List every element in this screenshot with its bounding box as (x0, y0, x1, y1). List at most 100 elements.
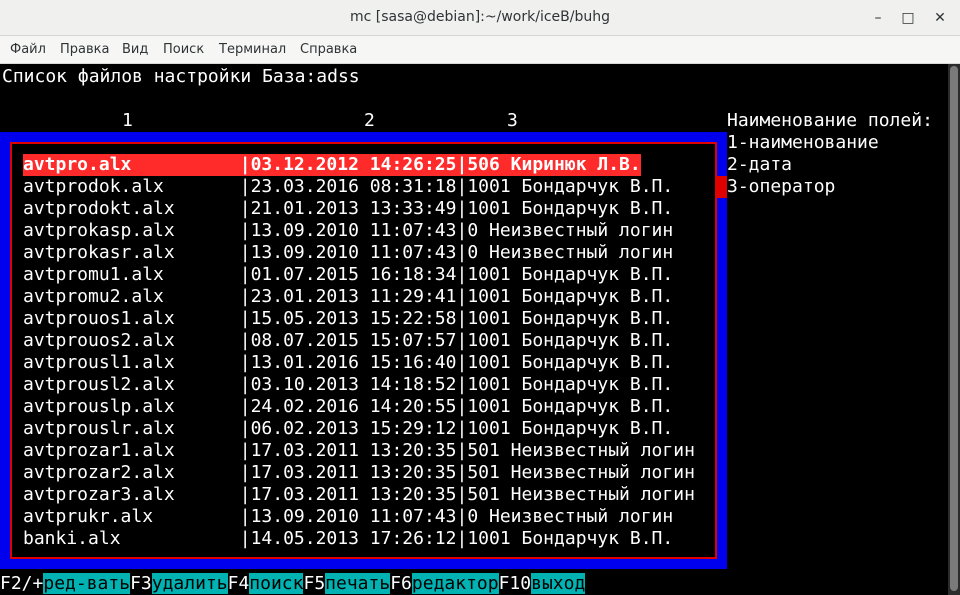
file-date: 17.03.2011 13:20:35| (250, 484, 468, 505)
menu-bar: Файл Правка Вид Поиск Терминал Справка (0, 36, 960, 64)
file-operator: 1001 Бондарчук В.П. (467, 352, 674, 373)
file-name: avtprozar2.alx | (23, 462, 251, 483)
fkey-label[interactable]: удалить (151, 573, 228, 594)
file-operator: 1001 Бондарчук В.П. (467, 374, 674, 395)
file-date: 01.07.2015 16:18:34| (250, 264, 468, 285)
file-date: 08.07.2015 15:07:57| (250, 330, 468, 351)
menu-edit[interactable]: Правка (60, 42, 109, 57)
file-date: 15.05.2013 15:22:58| (250, 308, 468, 329)
file-operator: 1001 Бондарчук В.П. (467, 528, 674, 549)
file-row[interactable]: avtprodok.alx |23.03.2016 08:31:18|1001 … (23, 176, 673, 198)
screen-header: Список файлов настройки База:adss (2, 66, 360, 87)
file-date: 17.03.2011 13:20:35| (250, 462, 468, 483)
file-row[interactable]: banki.alx |14.05.2013 17:26:12|1001 Бонд… (23, 528, 673, 550)
file-date: 03.10.2013 14:18:52| (250, 374, 468, 395)
file-row[interactable]: avtpromu1.alx |01.07.2015 16:18:34|1001 … (23, 264, 673, 286)
file-operator: 1001 Бондарчук В.П. (467, 198, 674, 219)
fkey-f3[interactable]: F3 (130, 573, 152, 594)
file-operator: 501 Неизвестный логин (467, 440, 695, 461)
menu-help[interactable]: Справка (300, 42, 357, 57)
file-date: 17.03.2011 13:20:35| (250, 440, 468, 461)
scrollbar-thumb[interactable] (950, 66, 958, 591)
file-row[interactable]: avtpromu2.alx |23.01.2013 11:29:41|1001 … (23, 286, 673, 308)
file-name: avtprouslr.alx | (23, 418, 251, 439)
column-number-1: 1 (122, 110, 133, 131)
file-operator: 0 Неизвестный логин (467, 242, 674, 263)
minimize-icon[interactable]: – (868, 8, 888, 28)
legend-item: 3-оператор (727, 176, 836, 197)
file-operator: 1001 Бондарчук В.П. (467, 330, 674, 351)
legend-item: 2-дата (727, 154, 793, 175)
file-name: avtprodok.alx | (23, 176, 251, 197)
file-operator: 1001 Бондарчук В.П. (467, 418, 674, 439)
file-date: 13.09.2010 11:07:43| (250, 242, 468, 263)
file-name: avtprokasr.alx | (23, 242, 251, 263)
file-date: 24.02.2016 14:20:55| (250, 396, 468, 417)
fkey-f4[interactable]: F4 (228, 573, 250, 594)
file-row[interactable]: avtprouslp.alx |24.02.2016 14:20:55|1001… (23, 396, 673, 418)
fkey-f5[interactable]: F5 (303, 573, 325, 594)
file-operator: 0 Неизвестный логин (467, 506, 674, 527)
file-date: 13.09.2010 11:07:43| (250, 506, 468, 527)
fkey-label[interactable]: ред-вать (43, 573, 131, 594)
fkey-label[interactable]: поиск (249, 573, 304, 594)
file-name: avtpromu2.alx | (23, 286, 251, 307)
file-name: avtprouos1.alx | (23, 308, 251, 329)
menu-view[interactable]: Вид (122, 42, 148, 57)
function-key-bar: F2/+ред-ватьF3удалитьF4поискF5печатьF6ре… (0, 573, 586, 595)
file-operator: 501 Неизвестный логин (467, 462, 695, 483)
file-row[interactable]: avtprozar2.alx |17.03.2011 13:20:35|501 … (23, 462, 695, 484)
file-name: avtpromu1.alx | (23, 264, 251, 285)
file-name: avtprozar1.alx | (23, 440, 251, 461)
file-row[interactable]: avtprozar1.alx |17.03.2011 13:20:35|501 … (23, 440, 695, 462)
file-name: avtprousl1.alx | (23, 352, 251, 373)
file-row[interactable]: avtprukr.alx |13.09.2010 11:07:43|0 Неиз… (23, 506, 673, 528)
file-operator: 1001 Бондарчук В.П. (467, 286, 674, 307)
file-operator: 1001 Бондарчук В.П. (467, 308, 674, 329)
file-operator: 0 Неизвестный логин (467, 220, 674, 241)
file-row[interactable]: avtprousl1.alx |13.01.2016 15:16:40|1001… (23, 352, 673, 374)
file-date: 13.09.2010 11:07:43| (250, 220, 468, 241)
file-date: 06.02.2013 15:29:12| (250, 418, 468, 439)
menu-search[interactable]: Поиск (163, 42, 204, 57)
maximize-icon[interactable]: □ (898, 8, 918, 28)
menu-file[interactable]: Файл (10, 42, 46, 57)
file-row[interactable]: avtprouos2.alx |08.07.2015 15:07:57|1001… (23, 330, 673, 352)
legend-title: Наименование полей: (727, 110, 933, 131)
file-date: 03.12.2012 14:26:25| (250, 154, 468, 175)
file-operator: 506 Киринюк Л.В. (467, 154, 641, 175)
fkey-label[interactable]: выход (531, 573, 586, 594)
file-operator: 1001 Бондарчук В.П. (467, 176, 674, 197)
file-name: avtprouslp.alx | (23, 396, 251, 417)
file-operator: 1001 Бондарчук В.П. (467, 264, 674, 285)
file-name: avtprodokt.alx | (23, 198, 251, 219)
file-row[interactable]: avtprouos1.alx |15.05.2013 15:22:58|1001… (23, 308, 673, 330)
file-name: avtprouos2.alx | (23, 330, 251, 351)
column-number-3: 3 (507, 110, 518, 131)
file-row[interactable]: avtprodokt.alx |21.01.2013 13:33:49|1001… (23, 198, 673, 220)
fkey-label[interactable]: редактор (411, 573, 499, 594)
file-name: avtprozar3.alx | (23, 484, 251, 505)
file-row[interactable]: avtprokasr.alx |13.09.2010 11:07:43|0 Не… (23, 242, 673, 264)
column-number-2: 2 (364, 110, 375, 131)
fkey-f6[interactable]: F6 (390, 573, 412, 594)
menu-terminal[interactable]: Терминал (219, 42, 286, 57)
fkey-f2[interactable]: F2/+ (0, 573, 43, 594)
file-date: 21.01.2013 13:33:49| (250, 198, 468, 219)
terminal-scrollbar[interactable] (948, 64, 960, 595)
close-icon[interactable]: ✕ (930, 8, 950, 28)
file-date: 23.01.2013 11:29:41| (250, 286, 468, 307)
file-name: avtprousl2.alx | (23, 374, 251, 395)
window-titlebar: mc [sasa@debian]:~/work/iceB/buhg – □ ✕ (0, 0, 960, 36)
file-row[interactable]: avtprokasp.alx |13.09.2010 11:07:43|0 Не… (23, 220, 673, 242)
file-date: 13.01.2016 15:16:40| (250, 352, 468, 373)
file-row[interactable]: avtprouslr.alx |06.02.2013 15:29:12|1001… (23, 418, 673, 440)
file-row[interactable]: avtprousl2.alx |03.10.2013 14:18:52|1001… (23, 374, 673, 396)
file-row[interactable]: avtprozar3.alx |17.03.2011 13:20:35|501 … (23, 484, 695, 506)
text-cursor (716, 176, 727, 198)
file-row[interactable]: avtpro.alx |03.12.2012 14:26:25|506 Кири… (23, 154, 641, 176)
file-name: banki.alx | (23, 528, 251, 549)
file-name: avtprukr.alx | (23, 506, 251, 527)
fkey-label[interactable]: печать (325, 573, 391, 594)
fkey-f10[interactable]: F10 (499, 573, 532, 594)
